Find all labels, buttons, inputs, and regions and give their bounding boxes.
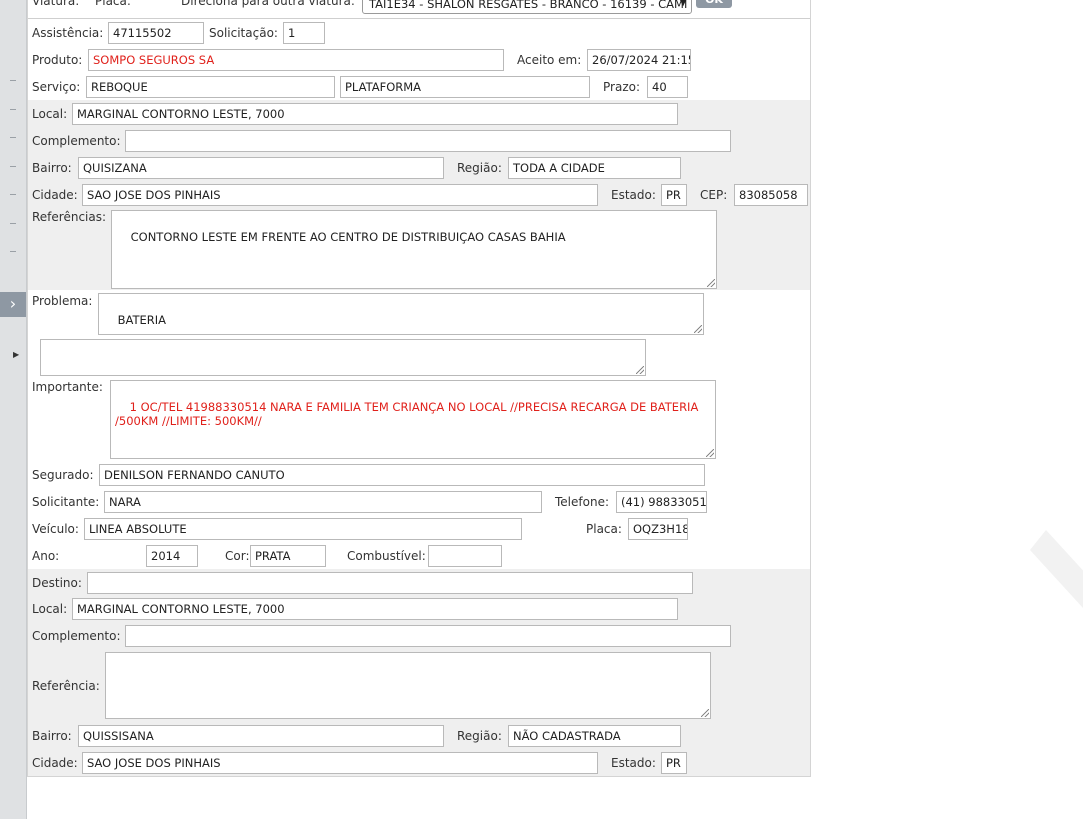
aceito-label: Aceito em: [517,53,582,67]
viatura-select-value: TAI1E34 - SHALON RESGATES - BRANCO - 161… [369,0,688,11]
ok-button[interactable]: OK [696,0,732,8]
combustivel-field[interactable] [428,545,502,567]
resize-grip-icon[interactable] [706,449,714,457]
prazo-label: Prazo: [603,80,640,94]
servico-label: Serviço: [32,80,81,94]
referencia-label: Referência: [32,679,100,693]
rail-tick [10,109,16,110]
referencias-text: CONTORNO LESTE EM FRENTE AO CENTRO DE DI… [130,230,566,244]
bairro-label: Bairro: [32,161,72,175]
referencia-textarea[interactable] [105,652,711,719]
rail-tick [10,251,16,252]
rail-tick [10,166,16,167]
local-field[interactable]: MARGINAL CONTORNO LESTE, 7000 [72,103,678,125]
veiculo-field[interactable]: LINEA ABSOLUTE [84,518,522,540]
divider [28,18,810,19]
destino-bairro-label: Bairro: [32,729,72,743]
resize-grip-icon[interactable] [701,709,709,717]
destino-regiao-field[interactable]: NÃO CADASTRADA [508,725,681,747]
placa-top-label: Placa: [95,0,131,8]
aceito-field[interactable]: 26/07/2024 21:15 [587,49,691,71]
produto-label: Produto: [32,53,83,67]
importante-text: 1 OC/TEL 41988330514 NARA E FAMILIA TEM … [115,400,702,428]
referencias-textarea[interactable]: CONTORNO LESTE EM FRENTE AO CENTRO DE DI… [111,210,717,289]
destino-label: Destino: [32,576,82,590]
cep-field[interactable]: 83085058 [734,184,808,206]
servico-tipo-field[interactable]: PLATAFORMA [340,76,590,98]
local-label: Local: [32,107,68,121]
placa-field[interactable]: OQZ3H18 [628,518,688,540]
ano-field[interactable]: 2014 [146,545,198,567]
placa-label: Placa: [586,522,622,536]
telefone-field[interactable]: (41) 988330514 [616,491,707,513]
complemento-label: Complemento: [32,134,121,148]
segurado-label: Segurado: [32,468,94,482]
importante-textarea[interactable]: 1 OC/TEL 41988330514 NARA E FAMILIA TEM … [110,380,716,459]
chevron-down-icon: ▼ [679,0,687,8]
cep-label: CEP: [700,188,728,202]
problema-textarea[interactable]: BATERIA [98,293,704,335]
veiculo-label: Veículo: [32,522,79,536]
solicitante-field[interactable]: NARA [104,491,542,513]
solicitacao-field[interactable]: 1 [283,22,325,44]
complemento-field[interactable] [125,130,731,152]
service-order-form: Viatura: Placa: Direciona para outra via… [27,0,811,777]
viatura-label: Viatura: [32,0,80,8]
servico-field[interactable]: REBOQUE [86,76,335,98]
combustivel-label: Combustível: [347,549,426,563]
destino-estado-label: Estado: [611,756,656,770]
cor-label: Cor: [225,549,250,563]
regiao-label: Região: [457,161,502,175]
rail-tick [10,223,16,224]
destino-cidade-field[interactable]: SAO JOSE DOS PINHAIS [82,752,598,774]
bairro-field[interactable]: QUISIZANA [78,157,444,179]
chevron-right-icon[interactable]: › [0,292,26,317]
destino-complemento-field[interactable] [125,625,731,647]
destino-bairro-field[interactable]: QUISSISANA [78,725,444,747]
prazo-field[interactable]: 40 [647,76,688,98]
rail-tick [10,80,16,81]
rail-tick [10,137,16,138]
cor-field[interactable]: PRATA [250,545,326,567]
destino-local-label: Local: [32,602,68,616]
estado-field[interactable]: PR [661,184,687,206]
solicitante-label: Solicitante: [32,495,100,509]
destino-complemento-label: Complemento: [32,629,121,643]
decorative-stripe [1030,530,1083,608]
segurado-field[interactable]: DENILSON FERNANDO CANUTO [99,464,705,486]
resize-grip-icon[interactable] [707,279,715,287]
extra-textarea[interactable] [40,339,646,376]
destino-estado-field[interactable]: PR [661,752,687,774]
ano-label: Ano: [32,549,60,563]
viatura-select[interactable]: TAI1E34 - SHALON RESGATES - BRANCO - 161… [362,0,692,14]
direciona-label: Direciona para outra viatura: [181,0,355,8]
assistencia-label: Assistência: [32,26,104,40]
collapsed-sidebar: › ▶ [0,0,27,819]
caret-right-icon[interactable]: ▶ [13,349,23,361]
produto-field[interactable]: SOMPO SEGUROS SA [88,49,504,71]
assistencia-field[interactable]: 47115502 [108,22,204,44]
destino-regiao-label: Região: [457,729,502,743]
destino-cidade-label: Cidade: [32,756,78,770]
solicitacao-label: Solicitação: [209,26,278,40]
problema-text: BATERIA [117,313,167,327]
problema-label: Problema: [32,294,93,308]
resize-grip-icon[interactable] [694,325,702,333]
destino-field[interactable] [87,572,693,594]
cidade-label: Cidade: [32,188,78,202]
cidade-field[interactable]: SAO JOSE DOS PINHAIS [82,184,598,206]
referencias-label: Referências: [32,210,107,224]
regiao-field[interactable]: TODA A CIDADE [508,157,681,179]
estado-label: Estado: [611,188,656,202]
rail-tick [10,194,16,195]
destino-local-field[interactable]: MARGINAL CONTORNO LESTE, 7000 [72,598,678,620]
resize-grip-icon[interactable] [636,366,644,374]
telefone-label: Telefone: [555,495,609,509]
importante-label: Importante: [32,380,103,394]
